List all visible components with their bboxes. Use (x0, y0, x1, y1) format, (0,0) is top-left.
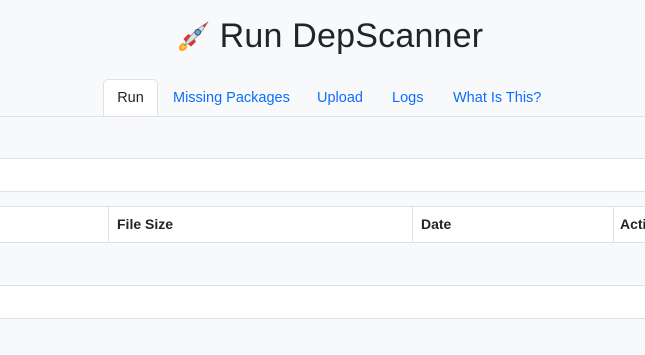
tab-bar: Run Missing Packages Upload Logs What Is… (0, 79, 645, 117)
content-row (0, 158, 645, 192)
column-header-name[interactable] (0, 207, 109, 242)
tab-run[interactable]: Run (103, 79, 158, 116)
table-row (0, 285, 645, 319)
tab-what-is-this[interactable]: What Is This? (453, 79, 541, 116)
column-header-file-size[interactable]: File Size (109, 207, 413, 242)
tab-upload[interactable]: Upload (317, 79, 363, 116)
table-header: File Size Date Acti (0, 206, 645, 243)
tab-logs[interactable]: Logs (392, 79, 423, 116)
title-text: Run DepScanner (219, 17, 484, 55)
rocket-icon (178, 21, 209, 51)
column-header-actions[interactable]: Acti (614, 207, 645, 242)
column-header-date[interactable]: Date (413, 207, 614, 242)
page-header: Run DepScanner (0, 17, 645, 56)
page: Run DepScanner Run Missing Packages Uplo… (0, 0, 645, 355)
page-title: Run DepScanner (174, 17, 484, 56)
tab-missing-packages[interactable]: Missing Packages (173, 79, 290, 116)
